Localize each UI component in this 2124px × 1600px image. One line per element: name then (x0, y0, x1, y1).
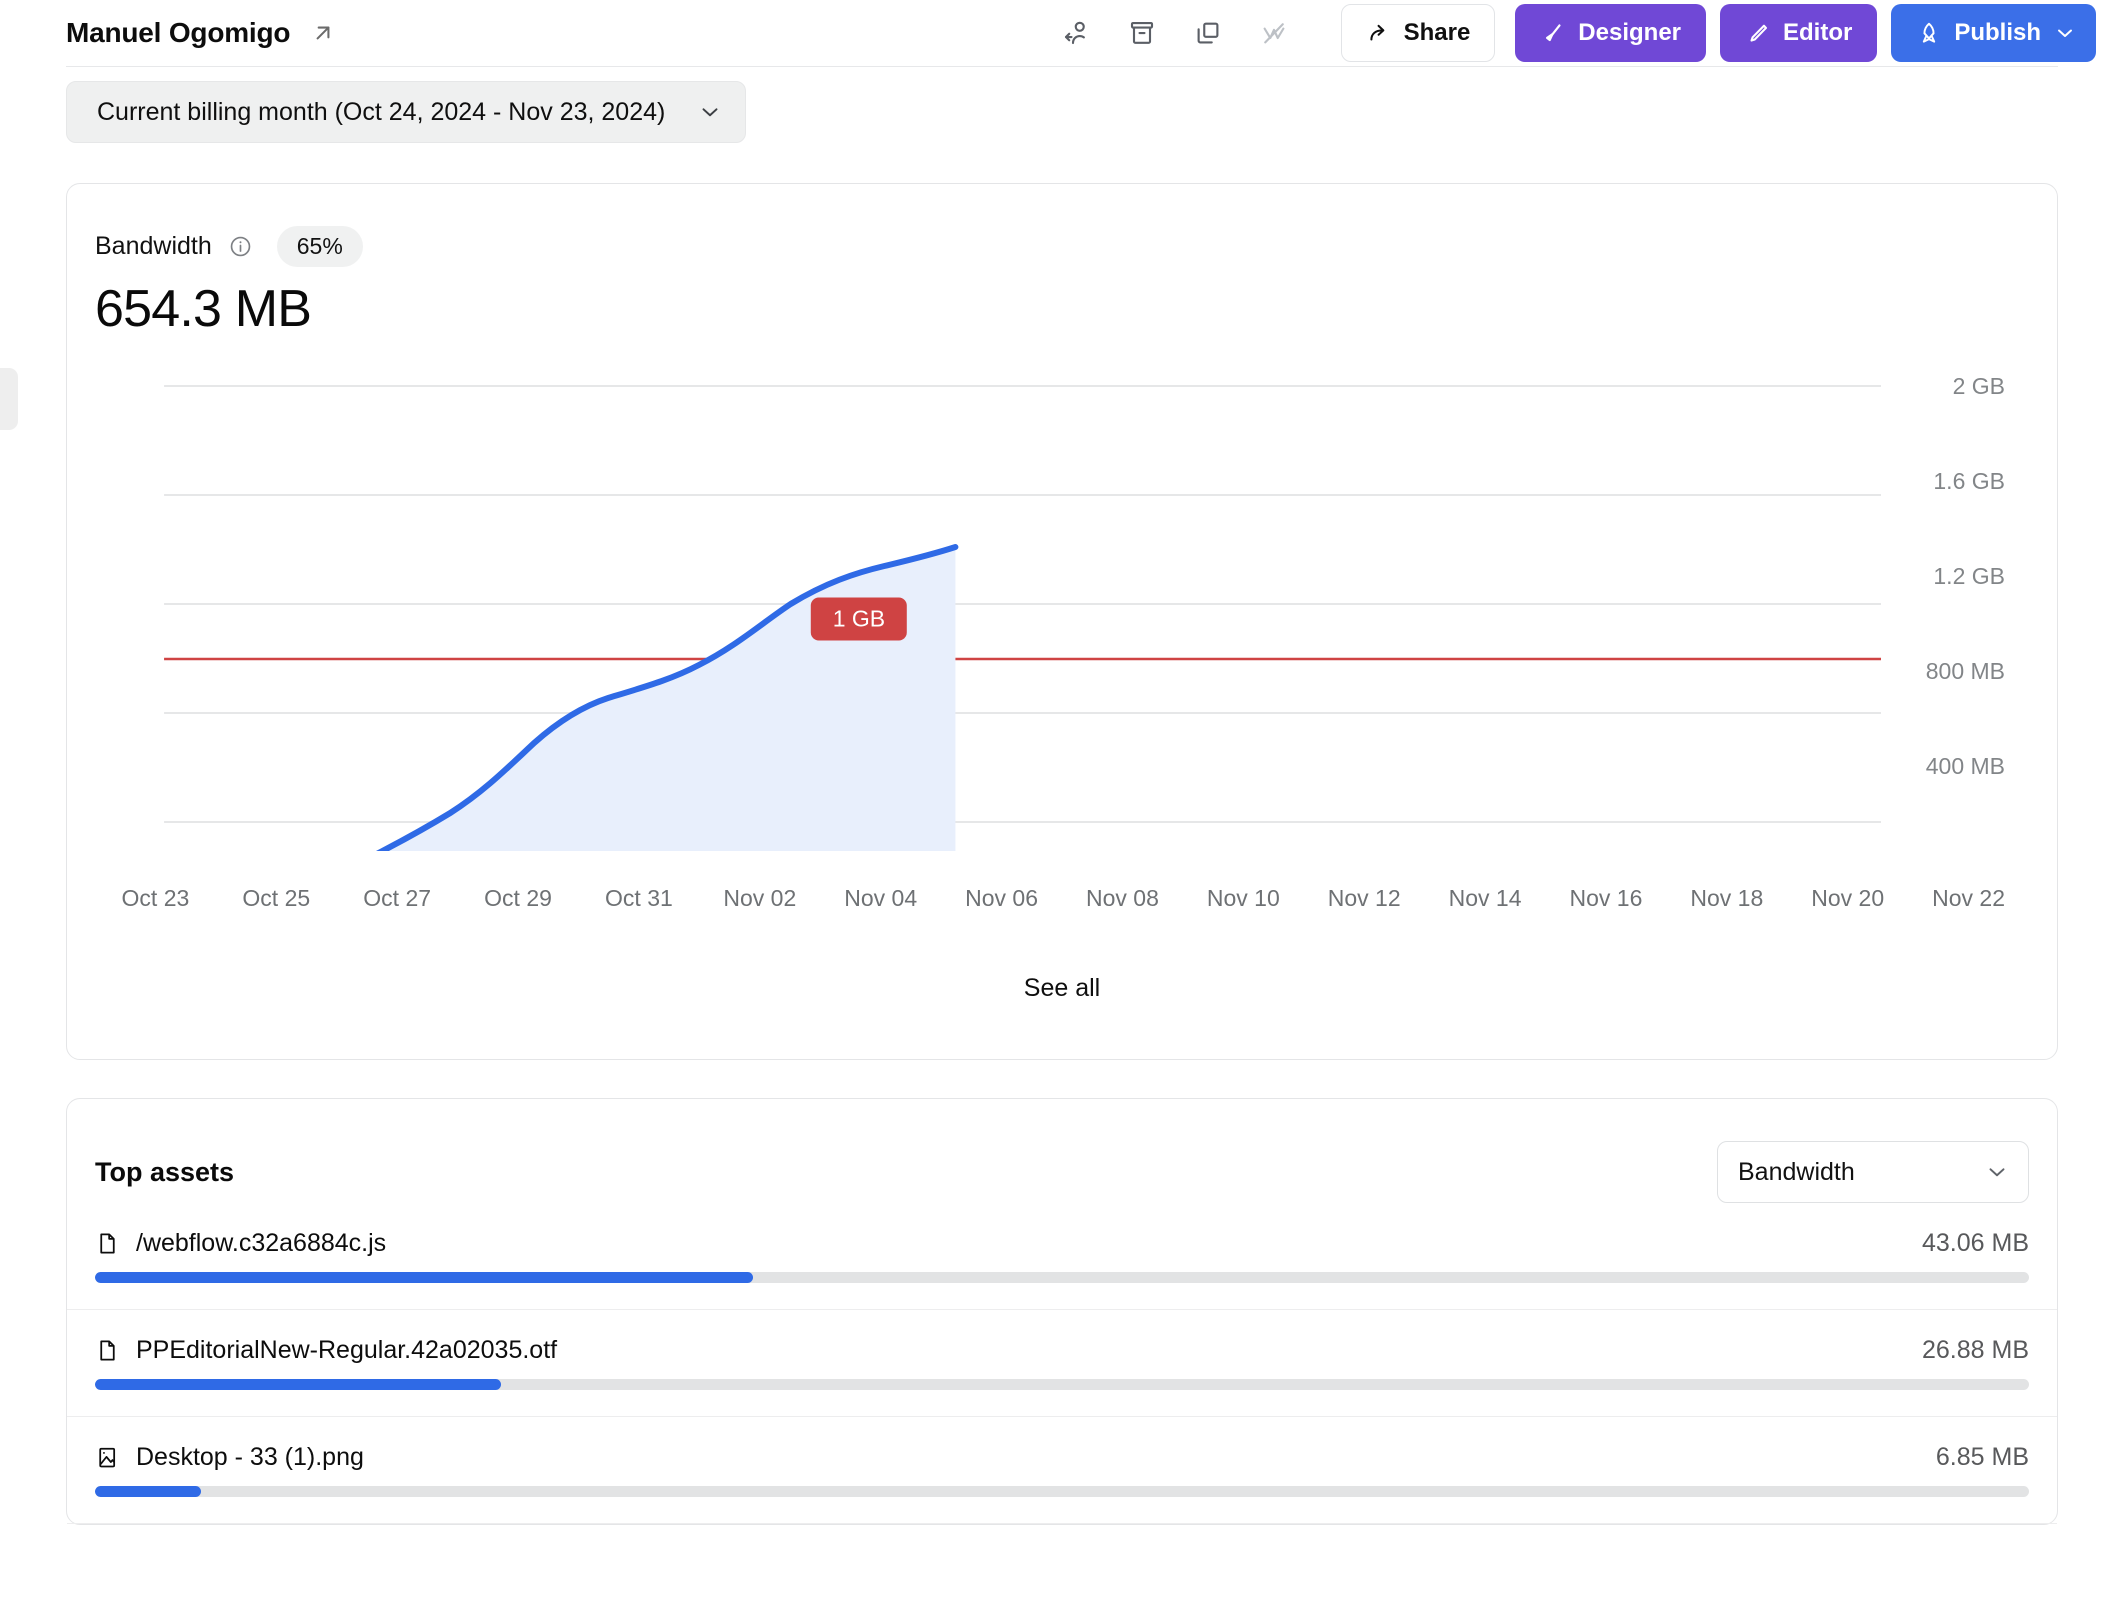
y-axis-label-3: 800 MB (1925, 658, 2005, 684)
asset-name: /webflow.c32a6884c.js (95, 1229, 386, 1258)
y-axis-label-0: 2 GB (1952, 373, 2005, 399)
x-tick: Nov 22 (1932, 885, 2005, 911)
x-tick: Nov 02 (723, 885, 797, 911)
image-icon (95, 1445, 120, 1470)
asset-row[interactable]: Desktop - 33 (1).png 6.85 MB (67, 1417, 2057, 1497)
share-button-label: Share (1403, 19, 1471, 46)
asset-size: 6.85 MB (1935, 1443, 2029, 1471)
top-assets-metric-value: Bandwidth (1738, 1157, 1855, 1186)
page-title: Manuel Ogomigo (66, 17, 291, 48)
page-body: Current billing month (Oct 24, 2024 - No… (0, 67, 2124, 1525)
bandwidth-title: Bandwidth (95, 232, 212, 260)
bandwidth-chart: 2 GB 1.6 GB 1.2 GB 800 MB 400 MB 1 GB (95, 361, 2029, 881)
archive-icon[interactable] (1109, 9, 1175, 57)
asset-progress-bar (95, 1379, 2029, 1390)
x-tick: Oct 29 (484, 885, 552, 911)
webflow-disabled-icon[interactable] (1241, 9, 1307, 57)
chevron-down-icon (1984, 1159, 2010, 1185)
arrow-up-right-icon[interactable] (310, 20, 336, 46)
chart-area-fill (382, 547, 956, 851)
y-axis-label-1: 1.6 GB (1933, 468, 2005, 494)
file-icon (95, 1338, 120, 1363)
x-tick: Nov 10 (1206, 885, 1280, 911)
asset-name-label: /webflow.c32a6884c.js (136, 1229, 387, 1257)
x-tick: Nov 04 (844, 885, 918, 911)
chart-canvas (164, 385, 1881, 851)
chart-x-axis: Oct 23 Oct 25 Oct 27 Oct 29 Oct 31 Nov 0… (95, 885, 2029, 912)
x-tick: Nov 16 (1569, 885, 1643, 911)
see-all-button[interactable]: See all (95, 912, 2029, 1059)
rocket-icon (1923, 22, 1936, 43)
chevron-down-icon (697, 99, 723, 125)
top-bar-actions: Share Designer Editor Publish (1043, 4, 2096, 62)
brush-icon (1546, 24, 1561, 42)
asset-row[interactable]: PPEditorialNew-Regular.42a02035.otf 26.8… (67, 1310, 2057, 1390)
x-tick: Nov 14 (1448, 885, 1522, 911)
y-axis-label-2: 1.2 GB (1933, 563, 2005, 589)
editor-button[interactable]: Editor (1720, 4, 1878, 62)
top-assets-card: Top assets Bandwidth /webflow.c32a6884c.… (66, 1098, 2058, 1525)
info-icon[interactable] (228, 234, 253, 259)
asset-progress-bar (95, 1272, 2029, 1283)
date-range-label: Current billing month (Oct 24, 2024 - No… (97, 97, 666, 126)
asset-row[interactable]: /webflow.c32a6884c.js 43.06 MB (67, 1203, 2057, 1283)
bandwidth-percent-badge: 65% (276, 226, 363, 267)
asset-progress-bar (95, 1486, 2029, 1497)
x-tick: Oct 25 (242, 885, 311, 911)
bandwidth-header: Bandwidth 65% (95, 226, 2029, 267)
asset-row-divider (67, 1523, 2057, 1524)
x-tick: Nov 20 (1811, 885, 1885, 911)
asset-name-label: Desktop - 33 (1).png (136, 1443, 364, 1471)
chart-threshold-badge: 1 GB (810, 597, 908, 641)
share-arrow-icon (1369, 24, 1384, 41)
bandwidth-card: Bandwidth 65% 654.3 MB 2 GB 1.6 GB 1.2 G… (66, 183, 2058, 1060)
x-tick: Oct 31 (605, 885, 673, 911)
x-tick: Nov 12 (1327, 885, 1401, 911)
share-person-icon[interactable] (1043, 9, 1109, 57)
designer-button[interactable]: Designer (1515, 4, 1706, 62)
bandwidth-value: 654.3 MB (95, 280, 312, 338)
editor-button-label: Editor (1783, 19, 1853, 46)
top-assets-title: Top assets (95, 1156, 235, 1187)
x-tick: Oct 23 (121, 885, 190, 911)
date-range-select[interactable]: Current billing month (Oct 24, 2024 - No… (66, 81, 747, 143)
asset-name: PPEditorialNew-Regular.42a02035.otf (95, 1336, 557, 1365)
asset-name-label: PPEditorialNew-Regular.42a02035.otf (136, 1336, 558, 1364)
pencil-icon (1750, 24, 1768, 42)
asset-name: Desktop - 33 (1).png (95, 1443, 364, 1472)
asset-size: 26.88 MB (1921, 1336, 2029, 1364)
publish-button[interactable]: Publish (1891, 4, 2096, 62)
top-bar: Manuel Ogomigo Share Designer Editor Pub… (0, 0, 2124, 66)
chevron-down-icon (2058, 29, 2072, 37)
x-tick: Nov 06 (965, 885, 1038, 911)
file-icon (95, 1231, 120, 1256)
top-assets-metric-select[interactable]: Bandwidth (1717, 1141, 2029, 1203)
designer-button-label: Designer (1578, 19, 1681, 46)
chart-gridlines (164, 385, 1881, 823)
x-tick: Oct 27 (363, 885, 432, 911)
share-button[interactable]: Share (1340, 4, 1496, 62)
y-axis-label-4: 400 MB (1925, 753, 2005, 779)
asset-size: 43.06 MB (1921, 1229, 2029, 1257)
x-tick: Nov 18 (1690, 885, 1764, 911)
duplicate-icon[interactable] (1175, 9, 1241, 57)
x-tick: Nov 08 (1086, 885, 1159, 911)
publish-button-label: Publish (1954, 19, 2041, 46)
